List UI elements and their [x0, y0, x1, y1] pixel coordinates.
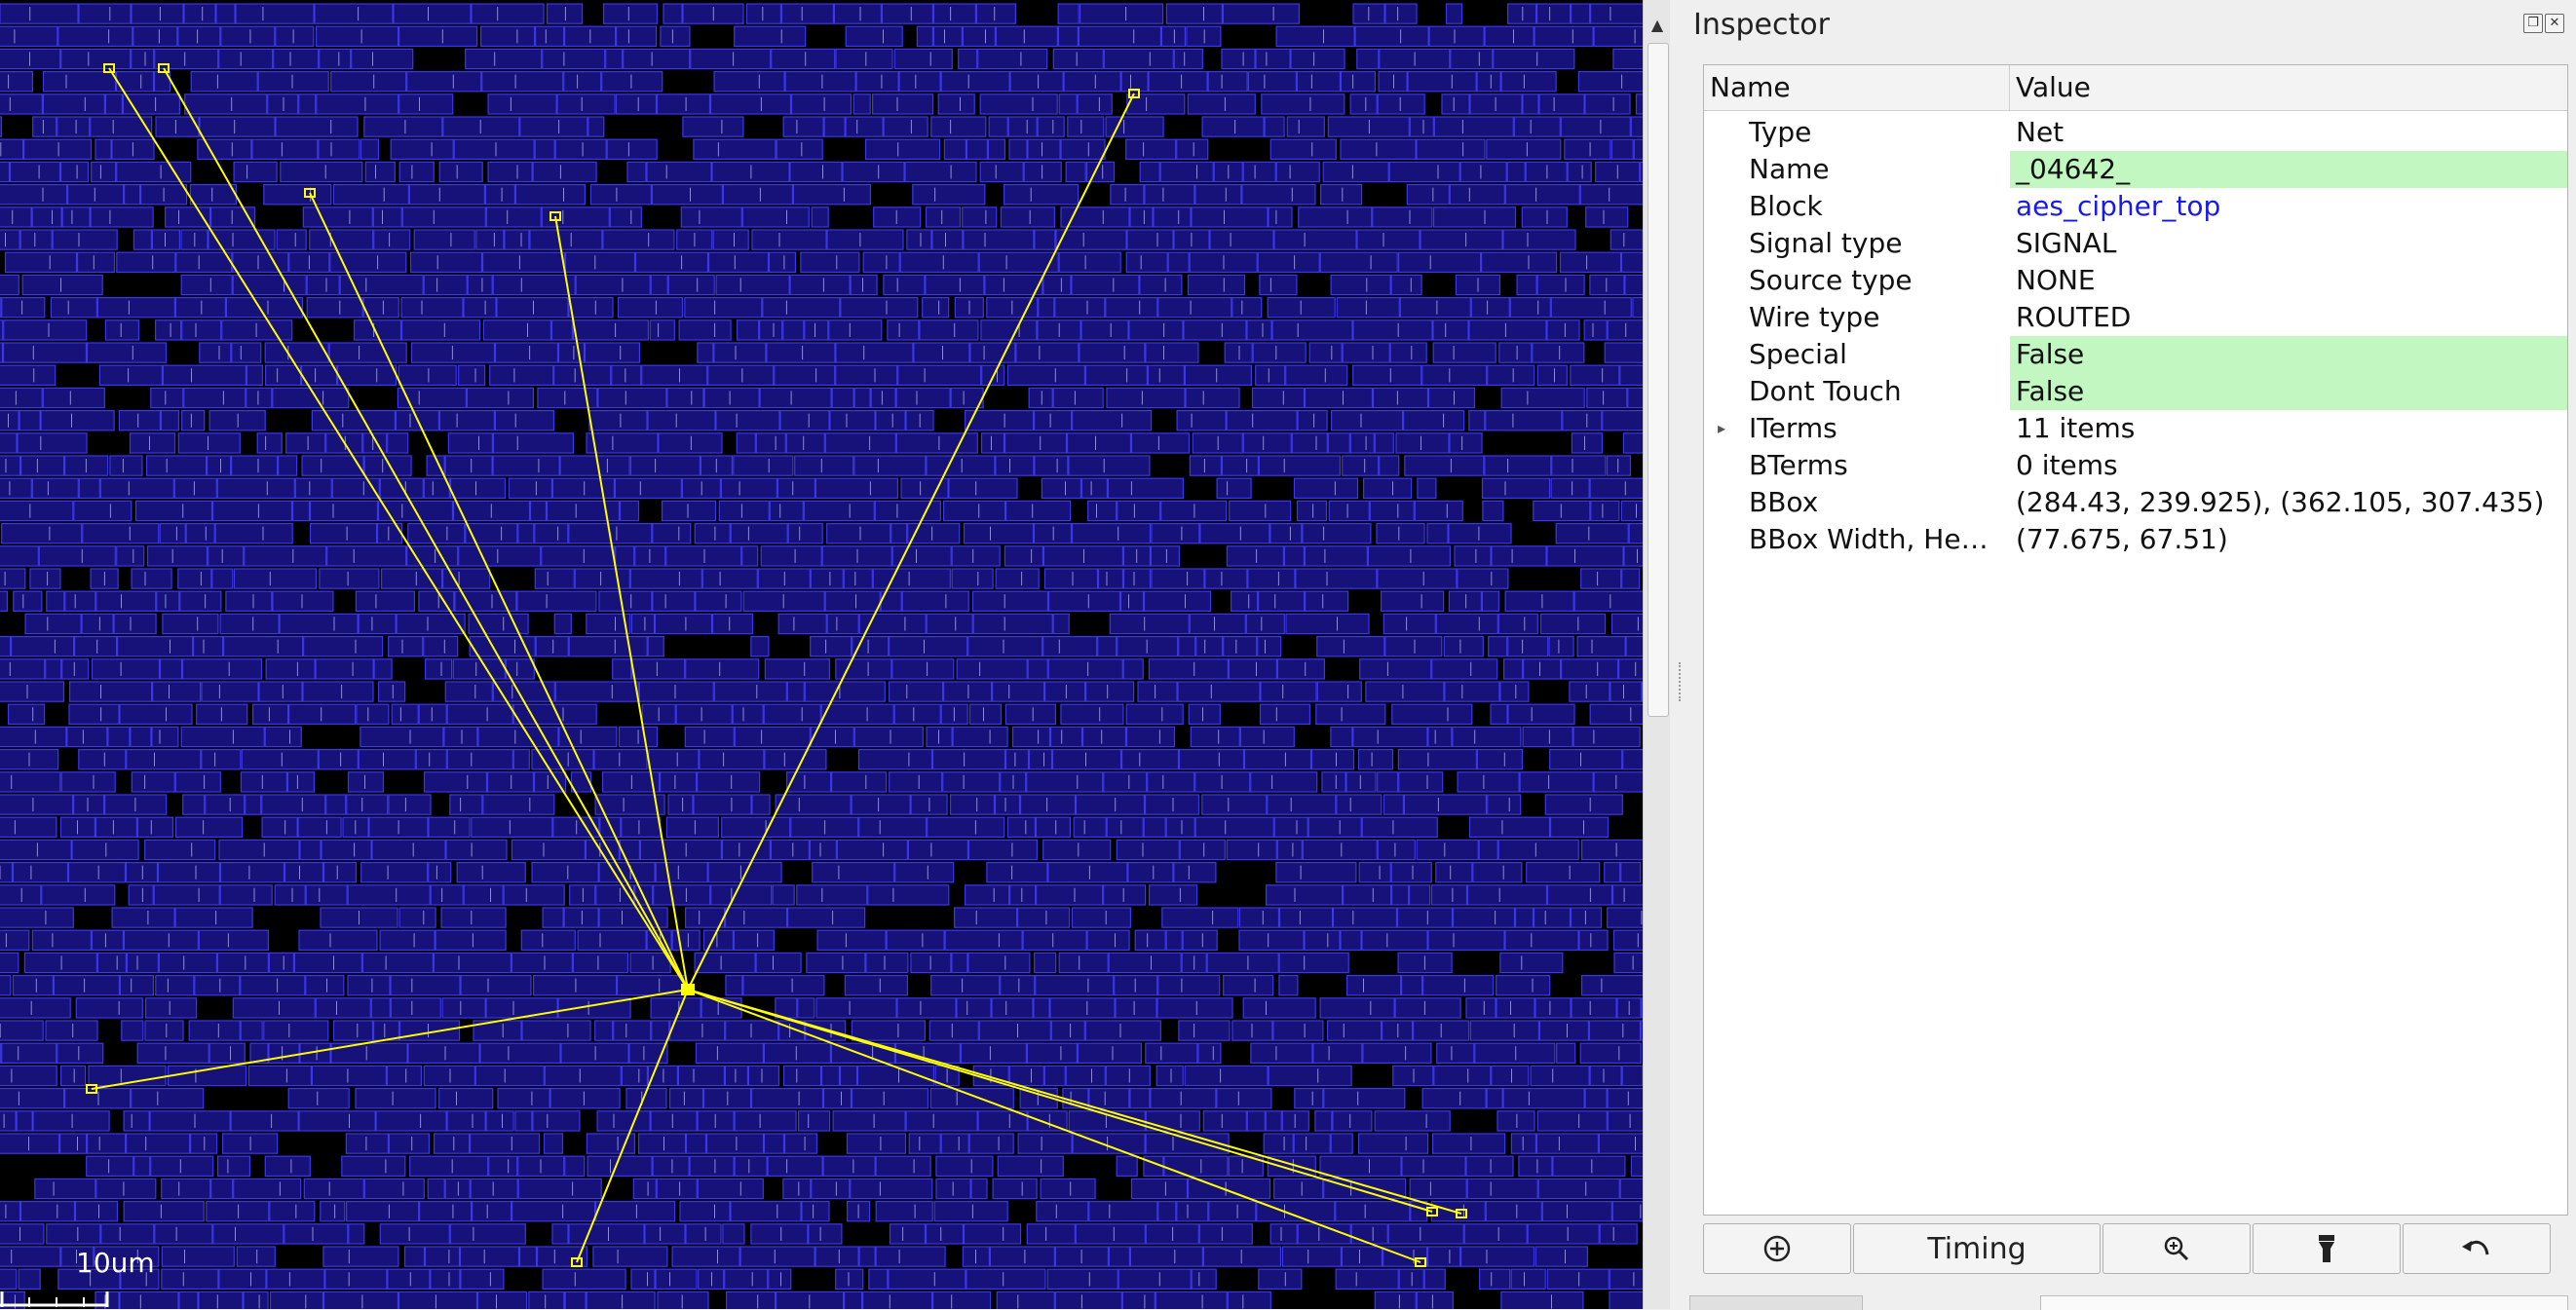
property-row[interactable]: ▸ ITerms 11 items	[1704, 410, 2567, 447]
property-row[interactable]: BBox Width, He… (77.675, 67.51)	[1704, 521, 2567, 558]
timing-button-label: Timing	[1927, 1232, 2026, 1266]
property-value: NONE	[2010, 262, 2567, 299]
scroll-up-arrow-icon[interactable]: ▲	[1644, 8, 1671, 41]
scale-bar-label: 10um	[76, 1247, 155, 1279]
bottom-panel[interactable]	[2040, 1295, 2568, 1310]
net-driver-pin	[681, 984, 695, 995]
property-row[interactable]: Dont Touch False	[1704, 373, 2567, 410]
flashlight-icon	[2315, 1233, 2338, 1264]
property-row[interactable]: Signal type SIGNAL	[1704, 225, 2567, 262]
inspector-title: Inspector	[1693, 8, 1830, 42]
dock-splitter[interactable]	[1670, 0, 1689, 1309]
scale-bar	[0, 1276, 117, 1309]
property-name: Block	[1749, 188, 1823, 225]
property-name: Name	[1749, 151, 1830, 188]
property-value: (77.675, 67.51)	[2010, 521, 2567, 558]
column-header-name[interactable]: Name	[1704, 65, 2010, 110]
property-value: False	[2010, 336, 2567, 373]
undo-button[interactable]	[2403, 1223, 2551, 1274]
inspector-dock: Inspector ❐ ✕ Name Value TypeNetName_046…	[1689, 0, 2576, 1309]
property-name: Source type	[1749, 262, 1913, 299]
magnifier-icon	[2162, 1234, 2191, 1263]
splitter-grip[interactable]	[1679, 662, 1683, 701]
zoom-to-button[interactable]	[2102, 1223, 2251, 1274]
property-value: SIGNAL	[2010, 225, 2567, 262]
property-row[interactable]: Special False	[1704, 336, 2567, 373]
bottom-tab[interactable]	[1689, 1295, 1863, 1310]
property-row[interactable]: Block aes_cipher_top	[1704, 188, 2567, 225]
undo-icon	[2460, 1235, 2493, 1262]
property-value: _04642_	[2010, 151, 2567, 188]
property-row[interactable]: Wire type ROUTED	[1704, 299, 2567, 336]
property-name: Signal type	[1749, 225, 1902, 262]
layout-vertical-scrollbar[interactable]: ▲	[1643, 0, 1671, 1309]
property-name: BTerms	[1749, 447, 1848, 484]
property-name: BBox Width, He…	[1749, 521, 1989, 558]
property-row[interactable]: BBox (284.43, 239.925), (362.105, 307.435…	[1704, 484, 2567, 521]
inspector-toolbar: Timing	[1703, 1223, 2566, 1276]
property-row[interactable]: Type Net	[1704, 114, 2567, 151]
property-row[interactable]: Source type NONE	[1704, 262, 2567, 299]
property-value: (284.43, 239.925), (362.105, 307.435)	[2010, 484, 2567, 521]
zoom-in-circle-icon	[1761, 1232, 1794, 1265]
column-header-value[interactable]: Value	[2010, 65, 2567, 110]
standard-cell-grid	[0, 4, 1643, 1309]
float-dock-icon[interactable]: ❐	[2523, 14, 2543, 33]
property-value: 0 items	[2010, 447, 2567, 484]
layout-canvas[interactable]	[0, 0, 1643, 1309]
focus-button[interactable]	[1703, 1223, 1851, 1274]
property-name: Special	[1749, 336, 1847, 373]
property-value: 11 items	[2010, 410, 2567, 447]
property-value-link[interactable]: aes_cipher_top	[2010, 188, 2567, 225]
expand-arrow-icon[interactable]: ▸	[1718, 410, 1725, 447]
timing-button[interactable]: Timing	[1853, 1223, 2101, 1274]
property-table[interactable]: Name Value TypeNetName_04642_Blockaes_ci…	[1703, 64, 2568, 1216]
property-name: Wire type	[1749, 299, 1879, 336]
property-name: Type	[1749, 114, 1811, 151]
property-row[interactable]: BTerms 0 items	[1704, 447, 2567, 484]
close-icon[interactable]: ✕	[2545, 14, 2564, 33]
bottom-tab-strip	[1689, 1295, 2576, 1309]
property-name: Dont Touch	[1749, 373, 1902, 410]
scrollbar-thumb[interactable]	[1648, 43, 1669, 717]
property-row[interactable]: Name _04642_	[1704, 151, 2567, 188]
property-value: Net	[2010, 114, 2567, 151]
property-table-header: Name Value	[1704, 65, 2567, 111]
highlight-button[interactable]	[2253, 1223, 2401, 1274]
property-value: ROUTED	[2010, 299, 2567, 336]
property-name: BBox	[1749, 484, 1818, 521]
property-name: ITerms	[1749, 410, 1837, 447]
layout-view[interactable]: 10um	[0, 0, 1643, 1309]
property-value: False	[2010, 373, 2567, 410]
